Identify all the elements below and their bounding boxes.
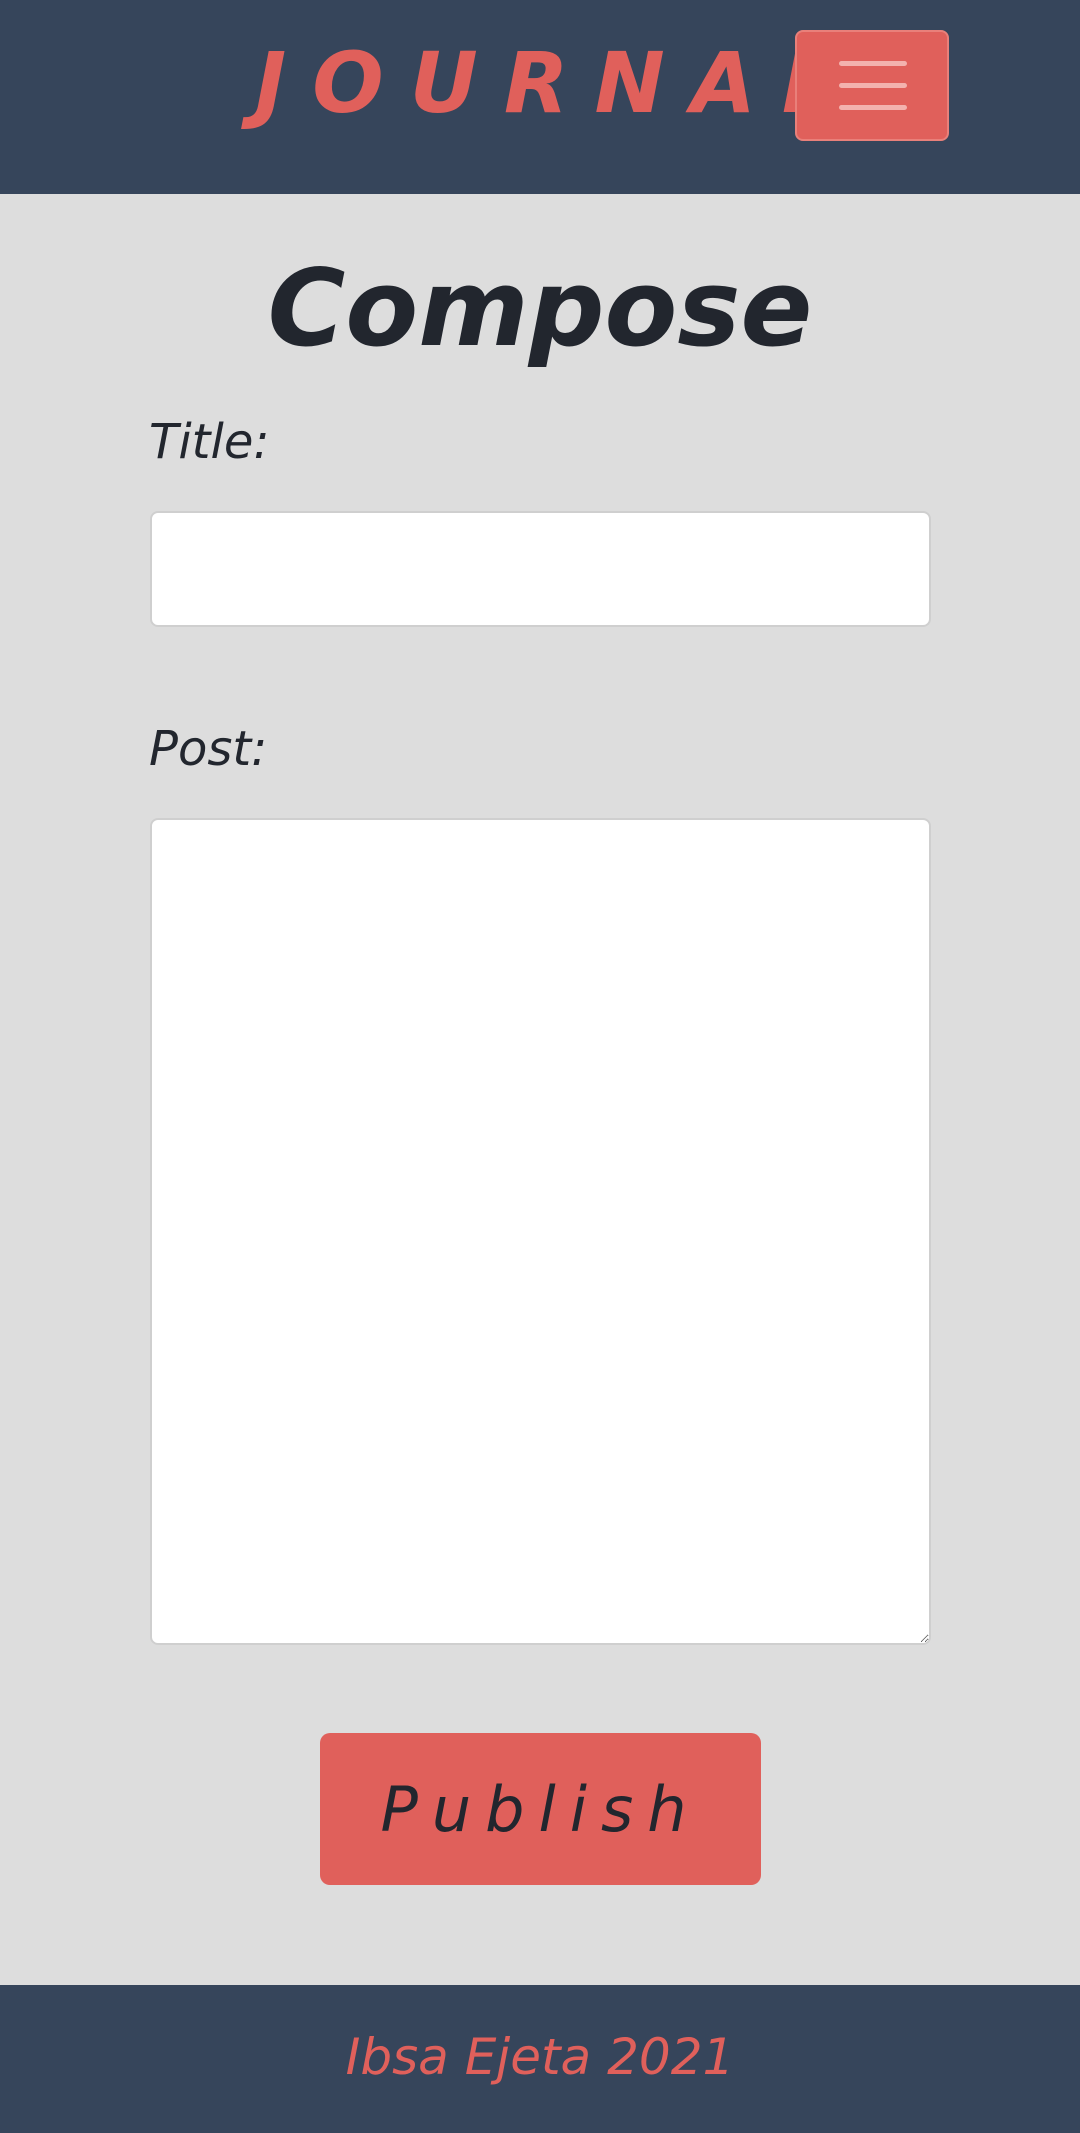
post-label: Post: (149, 721, 268, 777)
title-input[interactable] (150, 511, 931, 627)
page-title: Compose (267, 247, 813, 370)
compose-form: Compose Title: Post: Publish (0, 194, 1080, 1985)
brand-logo[interactable]: JOURNAL (255, 28, 861, 138)
title-label: Title: (149, 414, 270, 470)
navbar: JOURNAL (0, 0, 1080, 194)
post-textarea[interactable] (150, 818, 931, 1645)
menu-toggle-button[interactable] (795, 30, 949, 141)
footer: Ibsa Ejeta 2021 (0, 1985, 1080, 2133)
publish-button[interactable]: Publish (320, 1733, 761, 1885)
footer-copyright: Ibsa Ejeta 2021 (345, 2028, 735, 2086)
